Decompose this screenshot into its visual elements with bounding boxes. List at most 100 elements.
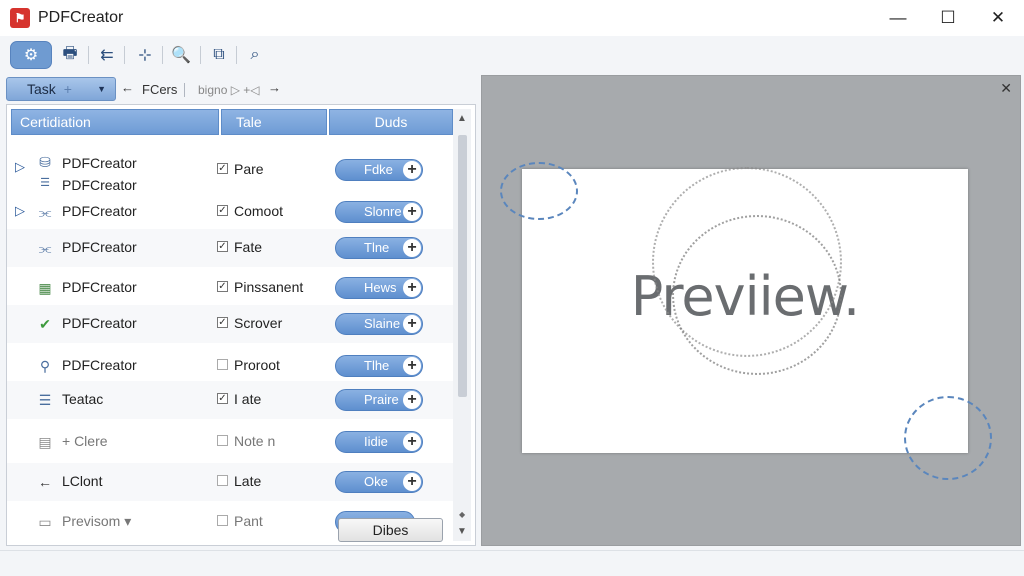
row-checkbox[interactable]: ✓ — [217, 393, 228, 404]
row-action-button[interactable]: Iidie + — [335, 431, 423, 453]
app-title: PDFCreator — [38, 9, 124, 26]
row-action-button[interactable]: Fdke + — [335, 159, 423, 181]
column-header-certidiation[interactable]: Certidiation — [11, 109, 219, 135]
scroll-up-icon[interactable]: ▲ — [457, 113, 467, 124]
back-arrows-icon[interactable]: ⇇ — [92, 41, 122, 69]
table-row[interactable]: ⫘ PDFCreator ✓ Fate Tlne + — [7, 229, 453, 267]
table-row[interactable]: ☰ Teatac ✓ I ate Praire + — [7, 381, 453, 419]
maximize-button[interactable]: ☐ — [926, 4, 970, 32]
table-row[interactable]: ▦ PDFCreator ✓ Pinssanent Hews + — [7, 267, 453, 305]
back-arrow-icon[interactable]: ← — [121, 80, 134, 95]
table-row[interactable]: ⚲ PDFCreator Proroot Tlhe + — [7, 345, 453, 383]
close-button[interactable]: ✕ — [976, 4, 1020, 32]
document-icon: ▤ — [38, 433, 52, 450]
table-row[interactable]: ← LClont Late Oke + — [7, 463, 453, 501]
row-status: Comoot — [234, 203, 284, 219]
row-action-label: Tlne — [364, 240, 390, 255]
task-dropdown[interactable]: Task + ▼ — [6, 77, 116, 101]
printer-icon[interactable]: 🖶 — [55, 41, 85, 69]
pdfcreator-logo-icon: ⚑ — [10, 8, 30, 28]
list-header: Certidiation Tale Duds — [11, 109, 453, 135]
row-checkbox[interactable] — [217, 515, 228, 526]
row-status: I ate — [234, 391, 262, 407]
breadcrumb-item[interactable]: FCers — [142, 82, 177, 97]
column-header-tale[interactable]: Tale — [221, 109, 327, 135]
row-action-button[interactable]: Tlne + — [335, 237, 423, 259]
row-name: PDFCreator — [62, 239, 137, 255]
row-checkbox[interactable]: ✓ — [217, 163, 228, 174]
row-action-button[interactable]: Slonre + — [335, 201, 423, 223]
breadcrumb-item[interactable]: bigno ▷ +◁ — [198, 83, 260, 97]
toolbar-separator — [88, 46, 89, 64]
expand-arrow-icon[interactable]: ▷ — [15, 203, 25, 219]
folder-icon: ▭ — [38, 513, 52, 530]
row-action-button[interactable]: Slaine + — [335, 313, 423, 335]
row-status: Scrover — [234, 315, 283, 331]
search-icon[interactable]: ⌕ — [240, 41, 270, 69]
minimize-button[interactable]: — — [876, 4, 920, 32]
list-icon: ☰ — [40, 176, 50, 189]
table-row[interactable]: ▷ ⫘ PDFCreator ✓ Comoot Slonre + — [7, 193, 453, 231]
nav-bar: Task + ▼ ← FCers bigno ▷ +◁ → — [0, 76, 480, 104]
title-bar: ⚑ PDFCreator — ☐ ✕ — [0, 0, 1024, 36]
forward-arrow-icon[interactable]: → — [268, 80, 281, 95]
split-icon[interactable]: ⊹ — [130, 41, 160, 69]
row-checkbox[interactable] — [217, 435, 228, 446]
settings-icon[interactable]: ⚙ — [10, 41, 52, 69]
column-header-duds[interactable]: Duds — [329, 109, 453, 135]
list-icon: ☰ — [38, 391, 52, 408]
table-row[interactable]: ✔ PDFCreator ✓ Scrover Slaine + — [7, 305, 453, 343]
row-checkbox[interactable]: ✓ — [217, 241, 228, 252]
chart-icon: ⫘ — [38, 203, 52, 220]
scroll-thumb[interactable] — [458, 135, 467, 397]
row-status: Pare — [234, 161, 264, 177]
breadcrumb-separator — [184, 83, 185, 97]
row-checkbox[interactable]: ✓ — [217, 205, 228, 216]
preview-panel: ✕ Previiew. — [481, 75, 1021, 546]
decorative-ring — [904, 396, 992, 480]
close-icon[interactable]: ✕ — [1000, 80, 1012, 97]
row-checkbox[interactable] — [217, 359, 228, 370]
row-name: PDFCreator — [62, 279, 137, 295]
zoom-icon[interactable]: 🔍 — [166, 41, 196, 69]
decorative-ring — [672, 215, 842, 375]
link-icon: ⚲ — [39, 357, 51, 374]
plus-icon: + — [403, 473, 421, 491]
checklist-icon: ✔ — [39, 315, 51, 332]
table-row[interactable]: ▷ ⛁ ☰ PDFCreator PDFCreator ✓ Pare Fdke + — [7, 145, 453, 193]
row-action-label: Praire — [364, 392, 399, 407]
row-name: Previsom ▾ — [62, 513, 132, 529]
row-checkbox[interactable]: ✓ — [217, 281, 228, 292]
scroll-down-icon[interactable]: ▼ — [457, 526, 467, 537]
dibes-button[interactable]: Dibes — [338, 518, 443, 542]
row-action-button[interactable]: Hews + — [335, 277, 423, 299]
merge-icon[interactable]: ⧉ — [204, 41, 234, 69]
row-checkbox[interactable]: ✓ — [217, 317, 228, 328]
chart-icon: ⫘ — [38, 239, 52, 256]
row-action-label: Slonre — [364, 204, 402, 219]
row-checkbox[interactable] — [217, 475, 228, 486]
row-action-label: Oke — [364, 474, 388, 489]
row-action-label: Slaine — [364, 316, 401, 331]
chevron-down-icon: ▼ — [97, 84, 106, 94]
toolbar-separator — [162, 46, 163, 64]
row-action-button[interactable]: Tlhe + — [335, 355, 423, 377]
row-action-button[interactable]: Praire + — [335, 389, 423, 411]
status-bar — [0, 550, 1024, 576]
expand-arrow-icon[interactable]: ▷ — [15, 159, 25, 175]
row-action-button[interactable]: Oke + — [335, 471, 423, 493]
toolbar-separator — [236, 46, 237, 64]
plus-icon: + — [403, 239, 421, 257]
row-name: PDFCreator — [62, 315, 137, 331]
row-name: + Clere — [62, 433, 108, 449]
toolbar: ⚙ 🖶 ⇇ ⊹ 🔍 ⧉ ⌕ — [0, 36, 1024, 74]
row-name: LClont — [62, 473, 103, 489]
plus-icon: + — [403, 391, 421, 409]
arrow-left-icon: ← — [38, 474, 52, 490]
row-name: Teatac — [62, 391, 104, 407]
row-status: Note n — [234, 433, 276, 449]
vertical-scrollbar[interactable]: ▲ ◆ ▼ — [453, 109, 471, 541]
table-row[interactable]: ▤ + Clere Note n Iidie + — [7, 423, 453, 461]
row-name: PDFCreator — [62, 357, 137, 373]
row-name: PDFCreator — [62, 203, 137, 219]
